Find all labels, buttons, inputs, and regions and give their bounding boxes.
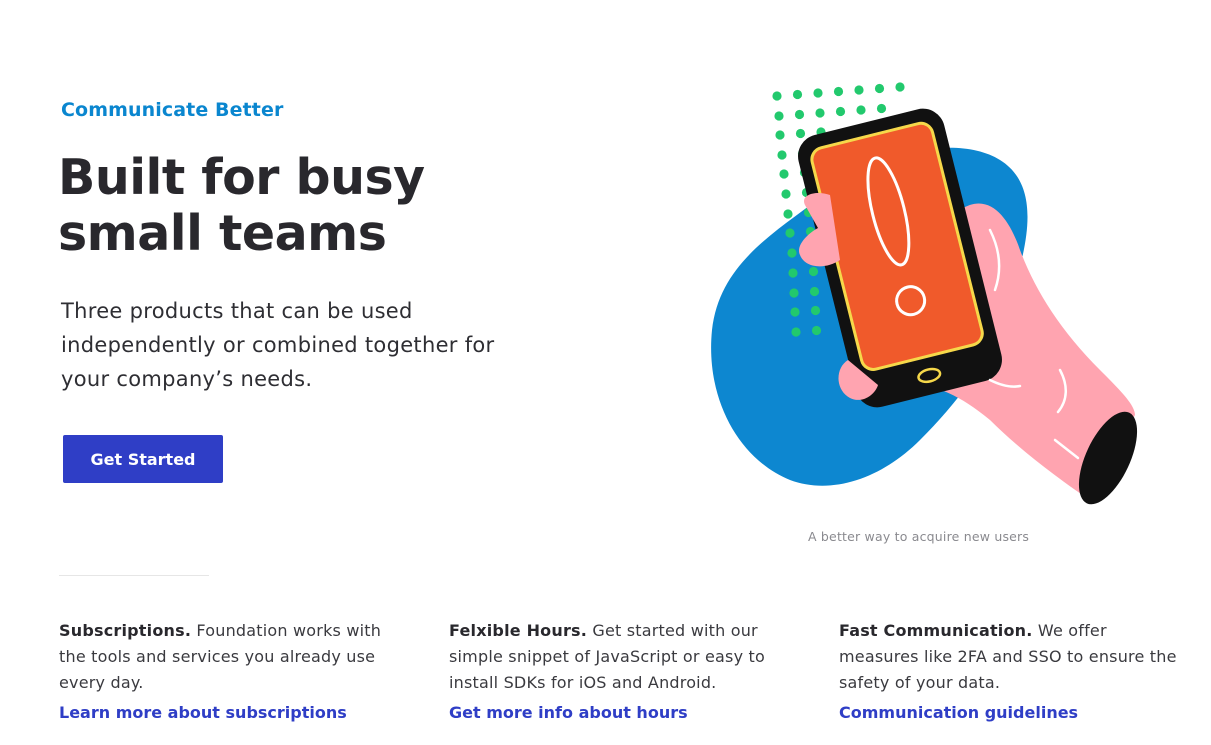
- green-dot: [874, 83, 885, 94]
- green-dot: [774, 111, 784, 121]
- green-dot: [854, 85, 864, 95]
- green-dot: [835, 106, 846, 117]
- feature-hours: Felxible Hours. Get started with our sim…: [449, 618, 799, 722]
- eyebrow-label: Communicate Better: [61, 99, 284, 121]
- green-dot: [790, 307, 800, 317]
- feature-title: Subscriptions.: [59, 621, 192, 640]
- green-dot: [833, 86, 844, 97]
- feature-text: Subscriptions. Foundation works with the…: [59, 618, 409, 696]
- green-dot: [810, 305, 821, 316]
- feature-title: Felxible Hours.: [449, 621, 588, 640]
- feature-title: Fast Communication.: [839, 621, 1033, 640]
- green-dot: [787, 248, 797, 258]
- page-title: Built for busy small teams: [58, 149, 425, 262]
- get-started-button[interactable]: Get Started: [63, 435, 223, 483]
- green-dot: [808, 266, 819, 277]
- illustration-caption: A better way to acquire new users: [808, 529, 1030, 544]
- feature-text: Felxible Hours. Get started with our sim…: [449, 618, 799, 696]
- green-dot: [789, 288, 799, 298]
- green-dot: [895, 82, 905, 92]
- green-dot: [791, 327, 801, 337]
- green-dot: [794, 109, 805, 120]
- feature-text: Fast Communication. We offer measures li…: [839, 618, 1189, 696]
- green-dot: [856, 105, 866, 115]
- green-dot: [813, 88, 823, 98]
- feature-communication: Fast Communication. We offer measures li…: [839, 618, 1189, 722]
- green-dot: [788, 268, 798, 278]
- hero-illustration: [711, 82, 1138, 505]
- green-dot: [779, 169, 789, 179]
- green-dot: [772, 91, 782, 101]
- green-dot: [775, 130, 785, 140]
- green-dot: [792, 89, 803, 100]
- feature-subscriptions: Subscriptions. Foundation works with the…: [59, 618, 409, 722]
- green-dot: [777, 150, 787, 160]
- communication-guidelines-link[interactable]: Communication guidelines: [839, 703, 1189, 722]
- subscriptions-link[interactable]: Learn more about subscriptions: [59, 703, 409, 722]
- green-dot: [815, 108, 825, 118]
- green-dot: [809, 286, 820, 297]
- section-divider: [59, 575, 209, 576]
- green-dot: [876, 103, 887, 114]
- green-dot: [781, 189, 791, 199]
- green-dot: [785, 228, 795, 238]
- green-dot: [783, 209, 793, 219]
- green-dot: [795, 128, 806, 139]
- hours-link[interactable]: Get more info about hours: [449, 703, 799, 722]
- green-dot: [811, 325, 822, 336]
- hero-description: Three products that can be used independ…: [61, 299, 495, 391]
